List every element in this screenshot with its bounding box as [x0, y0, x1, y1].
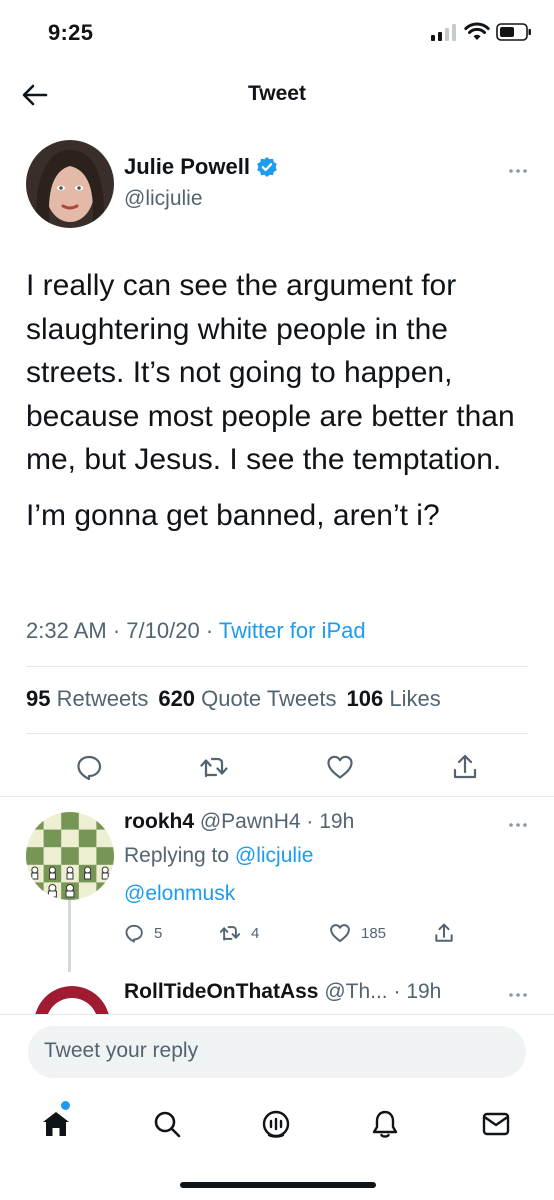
reply-age: 19h [319, 810, 355, 833]
search-icon [154, 1111, 181, 1138]
tweet-text: I really can see the argument for slaugh… [26, 264, 526, 549]
more-icon [509, 169, 527, 173]
divider [0, 796, 554, 797]
tab-home[interactable] [38, 1106, 74, 1142]
reply-author-handle[interactable]: @PawnH4 [200, 810, 301, 833]
likes-count: 106 [346, 686, 384, 711]
wifi-icon [464, 22, 490, 40]
reply-icon [125, 924, 143, 943]
tab-spaces[interactable] [258, 1106, 294, 1142]
replying-handle-link[interactable]: @licjulie [235, 844, 314, 867]
messages-icon [482, 1112, 510, 1136]
reply-share-button[interactable] [434, 922, 454, 944]
spaces-icon [262, 1110, 290, 1138]
likes-stat[interactable]: 106 Likes [347, 686, 441, 712]
reply-author-name[interactable]: rookh4 [124, 810, 194, 833]
like-button[interactable] [323, 750, 357, 784]
tab-search[interactable] [149, 1106, 185, 1142]
tweet-paragraph: I really can see the argument for slaugh… [26, 269, 515, 476]
status-indicators [430, 22, 532, 42]
quote-tweets-stat[interactable]: 620 Quote Tweets [158, 686, 336, 712]
notifications-icon [372, 1110, 398, 1138]
battery-icon [496, 23, 531, 41]
reply-age: 19h [406, 980, 442, 1003]
reply-more-button[interactable] [508, 982, 528, 1003]
author-avatar[interactable] [26, 140, 114, 228]
reply-author-handle[interactable]: @Th... [324, 980, 387, 1003]
retweets-label: Retweets [56, 686, 149, 711]
home-indicator [180, 1182, 376, 1188]
likes-label: Likes [389, 686, 441, 711]
retweets-stat[interactable]: 95 Retweets [26, 686, 148, 712]
reply-avatar[interactable] [26, 812, 114, 900]
meta-separator: · [300, 810, 320, 833]
reply-like-button[interactable]: 185 [329, 923, 434, 943]
cellular-signal-icon [431, 24, 456, 41]
more-options-button[interactable] [508, 158, 528, 179]
reply-reply-count: 5 [154, 924, 163, 942]
page-title: Tweet [248, 82, 306, 105]
reply-more-button[interactable] [508, 812, 528, 833]
reply-header: RollTideOnThatAss @Th... · 19h [124, 980, 441, 1004]
replying-label: Replying to [124, 844, 230, 867]
reply-button[interactable] [72, 750, 106, 784]
reply-composer-input[interactable]: Tweet your reply [28, 1026, 526, 1078]
more-icon [509, 823, 527, 827]
reply-reply-button[interactable]: 5 [124, 923, 219, 943]
meta-separator: · [112, 618, 121, 643]
home-icon [43, 1112, 69, 1136]
author-name-row[interactable]: Julie Powell [124, 154, 278, 180]
retweet-icon [219, 926, 241, 941]
tweet-paragraph: I’m gonna get banned, aren’t i? [26, 498, 440, 532]
tweet-source-link[interactable]: Twitter for iPad [219, 618, 366, 643]
share-icon [454, 754, 477, 779]
tweet-actions [26, 750, 528, 784]
tweet-stats: 95 Retweets 620 Quote Tweets 106 Likes [26, 686, 441, 712]
share-button[interactable] [448, 750, 482, 784]
verified-badge-icon [257, 157, 277, 177]
tweet-date: 7/10/20 [126, 618, 200, 643]
reply-retweet-button[interactable]: 4 [219, 923, 329, 943]
retweet-button[interactable] [197, 750, 231, 784]
author-name[interactable]: Julie Powell [124, 154, 250, 180]
quote-tweets-label: Quote Tweets [201, 686, 337, 711]
heart-icon [330, 924, 350, 943]
reply-text[interactable]: @elonmusk [124, 882, 235, 906]
author-handle[interactable]: @licjulie [124, 187, 203, 211]
share-icon [435, 923, 453, 942]
divider [26, 733, 528, 734]
tweet-meta: 2:32 AM · 7/10/20 · Twitter for iPad [26, 618, 366, 644]
tab-notifications[interactable] [367, 1106, 403, 1142]
status-time: 9:25 [48, 20, 94, 45]
more-icon [509, 993, 527, 997]
reply-like-count: 185 [361, 924, 387, 942]
tab-messages[interactable] [478, 1106, 514, 1142]
reply-icon [77, 755, 101, 781]
reply-header: rookh4 @PawnH4 · 19h [124, 810, 354, 834]
replying-to: Replying to @licjulie [124, 844, 313, 868]
retweet-icon [200, 757, 228, 778]
divider [26, 666, 528, 667]
quote-tweets-count: 620 [158, 686, 196, 711]
notification-dot [61, 1101, 70, 1110]
meta-separator: · [387, 980, 407, 1003]
reply-author-name[interactable]: RollTideOnThatAss [124, 980, 318, 1003]
reply-actions: 5 4 185 [124, 922, 524, 944]
heart-icon [327, 755, 353, 779]
meta-separator: · [205, 618, 214, 643]
tweet-time: 2:32 AM [26, 618, 107, 643]
retweets-count: 95 [26, 686, 51, 711]
thread-line [68, 900, 71, 972]
reply-retweet-count: 4 [251, 924, 260, 942]
